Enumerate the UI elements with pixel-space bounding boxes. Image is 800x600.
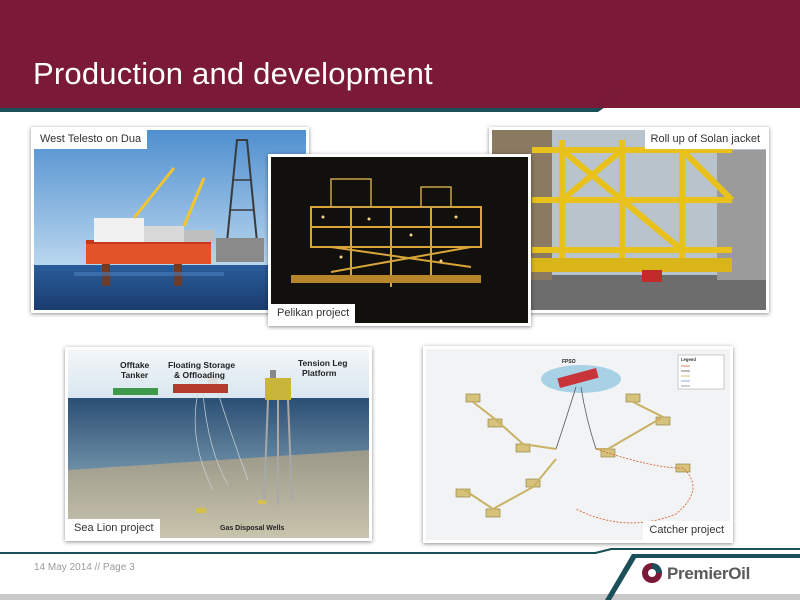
tlp-label-1: Tension Leg bbox=[298, 358, 347, 368]
legend-label: Legend bbox=[681, 357, 696, 362]
sea-lion-photo: Offtake Tanker Floating Storage & Offloa… bbox=[65, 347, 372, 541]
wells-label: Gas Disposal Wells bbox=[220, 525, 285, 532]
logo-text: PremierOil bbox=[667, 564, 750, 583]
title-banner: Production and development bbox=[0, 0, 800, 116]
catcher-image: FPSO Legend bbox=[426, 349, 730, 540]
pelikan-image bbox=[271, 157, 528, 323]
solan-caption: Roll up of Solan jacket bbox=[644, 130, 766, 149]
west-telesto-image bbox=[34, 130, 306, 310]
fso-label-1: Floating Storage bbox=[168, 360, 235, 370]
tlp-label-2: Platform bbox=[302, 368, 337, 378]
page-title: Production and development bbox=[33, 56, 433, 91]
offtake-label-2: Tanker bbox=[121, 370, 149, 380]
fpso-label: FPSO bbox=[562, 359, 576, 365]
solan-photo: Roll up of Solan jacket bbox=[489, 127, 769, 313]
sea-lion-image: Offtake Tanker Floating Storage & Offloa… bbox=[68, 350, 369, 538]
fso-label-2: & Offloading bbox=[174, 370, 225, 380]
offtake-label-1: Offtake bbox=[120, 360, 150, 370]
pelikan-photo: Pelikan project bbox=[268, 154, 531, 326]
catcher-photo: FPSO Legend Catcher project bbox=[423, 346, 733, 543]
solan-image bbox=[492, 130, 766, 310]
pelikan-caption: Pelikan project bbox=[271, 304, 356, 323]
premier-oil-logo: PremierOil bbox=[641, 562, 791, 588]
footer-date-page: 14 May 2014 // Page 3 bbox=[34, 562, 135, 573]
logo-mark-icon bbox=[642, 563, 662, 583]
sea-lion-caption: Sea Lion project bbox=[68, 519, 160, 538]
west-telesto-caption: West Telesto on Dua bbox=[34, 130, 148, 149]
catcher-caption: Catcher project bbox=[643, 521, 730, 540]
